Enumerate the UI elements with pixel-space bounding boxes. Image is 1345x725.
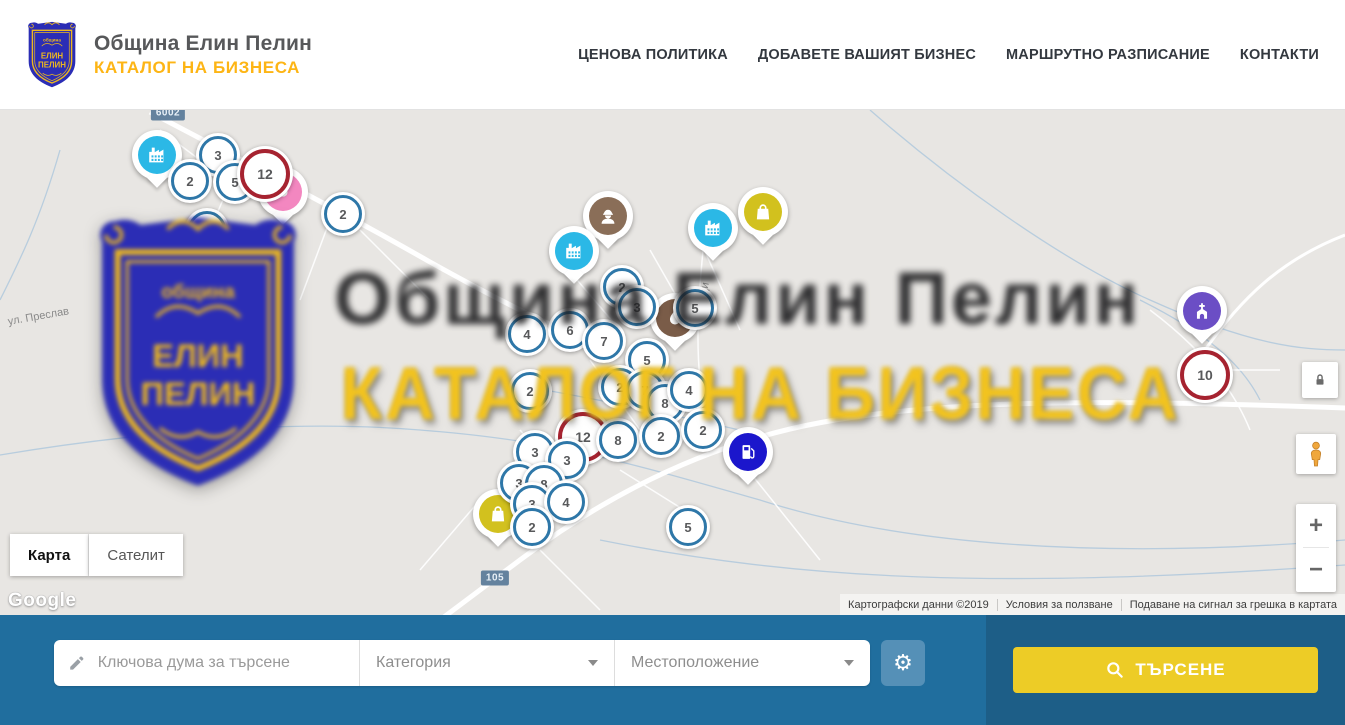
site-title: Община Елин Пелин [94, 32, 312, 56]
map-canvas[interactable]: 3251282235467527842128223338342510600210… [0, 110, 1345, 615]
nav-route-schedule[interactable]: МАРШРУТНО РАЗПИСАНИЕ [1006, 47, 1210, 63]
worker-icon [597, 205, 619, 227]
settings-button[interactable]: ⚙ [881, 640, 925, 686]
google-logo[interactable]: Google [8, 590, 76, 612]
factory-marker[interactable] [688, 203, 738, 253]
cluster-marker[interactable]: 2 [168, 159, 212, 203]
zoom-in-button[interactable]: + [1296, 504, 1336, 547]
factory-icon [563, 240, 585, 262]
pencil-icon [68, 653, 86, 673]
cluster-marker[interactable]: 10 [1177, 347, 1233, 403]
chevron-down-icon [844, 660, 854, 666]
zoom-out-button[interactable]: − [1296, 548, 1336, 591]
page: Община Елин Пелин КАТАЛОГ НА БИЗНЕСА ЦЕН… [0, 0, 1345, 725]
map-type-control: Карта Сателит [10, 534, 183, 576]
search-bar-right-section: ТЪРСЕНЕ [986, 615, 1345, 725]
factory-marker[interactable] [549, 226, 599, 276]
pegman-button[interactable] [1296, 434, 1336, 474]
nav-contacts[interactable]: КОНТАКТИ [1240, 47, 1319, 63]
brand[interactable]: Община Елин Пелин КАТАЛОГ НА БИЗНЕСА [24, 20, 312, 90]
cluster-marker[interactable]: 2 [510, 505, 554, 549]
search-bar: ТЪРСЕНЕ Категория Местоположение ⚙ [0, 615, 1345, 725]
cluster-marker[interactable]: 8 [596, 418, 640, 462]
cluster-marker[interactable]: 4 [505, 312, 549, 356]
keyword-field [54, 640, 359, 686]
road-badge: 105 [481, 571, 509, 586]
keyword-input[interactable] [96, 653, 345, 673]
factory-icon [146, 144, 168, 166]
search-icon [1105, 660, 1125, 680]
lock-button[interactable] [1302, 362, 1338, 398]
cluster-marker[interactable]: 4 [667, 368, 711, 412]
cluster-marker[interactable]: 2 [321, 192, 365, 236]
church-icon [1191, 300, 1213, 322]
report-map-error-link[interactable]: Подаване на сигнал за грешка в картата [1121, 599, 1345, 611]
brand-text: Община Елин Пелин КАТАЛОГ НА БИЗНЕСА [94, 32, 312, 78]
map-type-satellite-button[interactable]: Сателит [89, 534, 183, 576]
cluster-marker[interactable]: 12 [237, 146, 293, 202]
location-select[interactable]: Местоположение [614, 640, 870, 686]
attribution-copyright: Картографски данни ©2019 [840, 599, 997, 611]
cluster-marker[interactable]: 2 [639, 414, 683, 458]
bag-marker[interactable] [738, 187, 788, 237]
map-attribution: Картографски данни ©2019 Условия за полз… [840, 594, 1345, 615]
church-marker[interactable] [1177, 286, 1227, 336]
cluster-marker[interactable]: 2 [681, 408, 725, 452]
factory-icon [702, 217, 724, 239]
map-type-map-button[interactable]: Карта [10, 534, 89, 576]
header: Община Елин Пелин КАТАЛОГ НА БИЗНЕСА ЦЕН… [0, 0, 1345, 110]
lock-icon [1310, 370, 1330, 390]
location-select-label: Местоположение [631, 654, 759, 672]
category-select-label: Категория [376, 654, 451, 672]
marker-layer: 3251282235467527842128223338342510600210… [0, 110, 1345, 615]
cluster-marker[interactable]: 8 [185, 208, 229, 252]
terms-of-use-link[interactable]: Условия за ползване [997, 599, 1121, 611]
search-button-label: ТЪРСЕНЕ [1135, 660, 1225, 680]
main-nav: ЦЕНОВА ПОЛИТИКА ДОБАВЕТЕ ВАШИЯТ БИЗНЕС М… [578, 47, 1319, 63]
cluster-marker[interactable]: 2 [508, 369, 552, 413]
search-pill: Категория Местоположение [54, 640, 870, 686]
search-button[interactable]: ТЪРСЕНЕ [1013, 647, 1318, 693]
site-subtitle: КАТАЛОГ НА БИЗНЕСА [94, 58, 312, 78]
gear-icon: ⚙ [893, 650, 913, 676]
pegman-icon [1304, 441, 1328, 467]
road-badge: 6002 [151, 110, 185, 121]
cluster-marker[interactable]: 7 [582, 319, 626, 363]
category-select[interactable]: Категория [359, 640, 614, 686]
cluster-marker[interactable]: 5 [666, 505, 710, 549]
bag-icon [487, 503, 509, 525]
street-label: ул. Преслав [7, 305, 70, 328]
nav-add-your-business[interactable]: ДОБАВЕТЕ ВАШИЯТ БИЗНЕС [758, 47, 976, 63]
zoom-control: + − [1296, 504, 1336, 592]
chevron-down-icon [588, 660, 598, 666]
cluster-marker[interactable]: 5 [673, 286, 717, 330]
nav-pricing-policy[interactable]: ЦЕНОВА ПОЛИТИКА [578, 47, 728, 63]
municipality-logo [24, 20, 80, 90]
bag-icon [752, 201, 774, 223]
fuel-icon [737, 441, 759, 463]
fuel-marker[interactable] [723, 427, 773, 477]
